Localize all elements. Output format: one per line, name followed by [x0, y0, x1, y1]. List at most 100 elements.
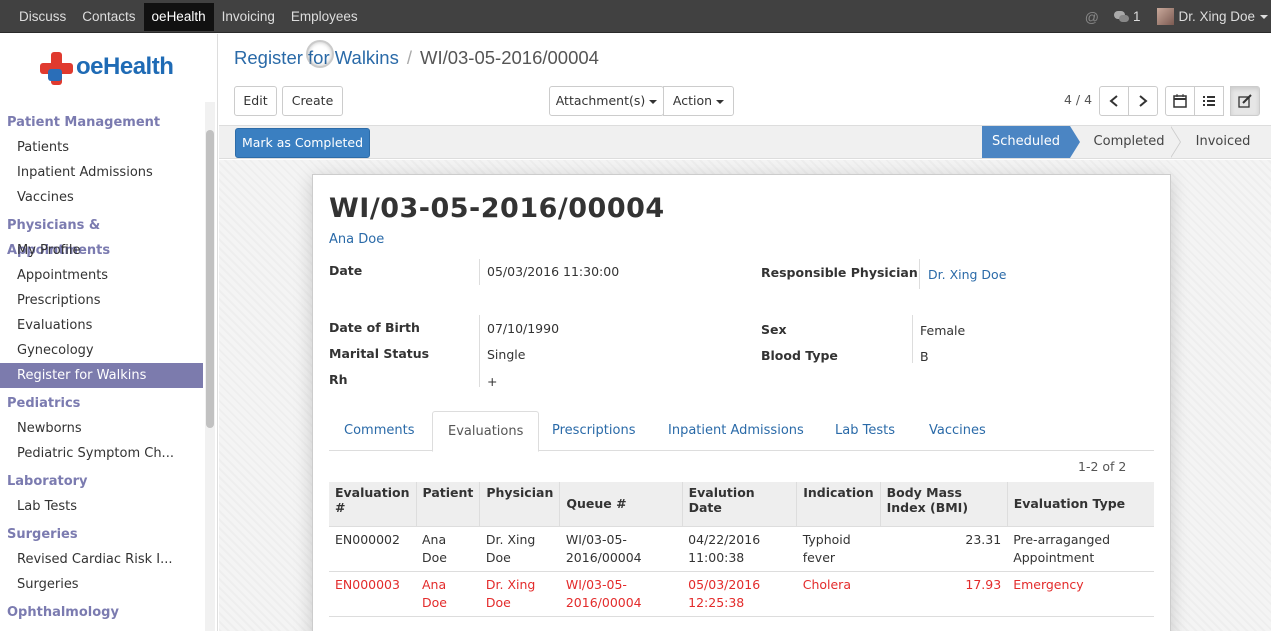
form-sheet: WI/03-05-2016/00004 Ana Doe Date 05/03/2…: [312, 174, 1171, 631]
mouse-cursor-indicator: [306, 40, 334, 68]
cell-physician: Dr. Xing Doe: [479, 525, 560, 571]
sidebar-section-pediatrics[interactable]: Pediatrics: [0, 391, 203, 416]
table-row[interactable]: EN000002 Ana Doe Dr. Xing Doe WI/03-05-2…: [329, 525, 1154, 571]
stage-separator: [1170, 126, 1181, 158]
mark-as-completed-button[interactable]: Mark as Completed: [235, 128, 370, 158]
table-header-row: Evaluation # Patient Physician Queue # E…: [329, 482, 1154, 526]
cell-date: 05/03/2016 12:25:38: [682, 570, 797, 617]
action-dropdown[interactable]: Action: [663, 86, 734, 116]
sidebar-item-register-for-walkins[interactable]: Register for Walkins: [0, 363, 203, 388]
pager-next-button[interactable]: [1128, 86, 1158, 116]
column-header-bmi[interactable]: Body Mass Index (BMI): [879, 482, 1008, 526]
sidebar-item-surgeries[interactable]: Surgeries: [0, 572, 203, 597]
attachments-label: Attachment(s): [555, 93, 646, 108]
column-header-evaluation[interactable]: Evaluation #: [329, 482, 416, 526]
breadcrumb-current: WI/03-05-2016/00004: [419, 47, 599, 68]
sidebar-item-prescriptions[interactable]: Prescriptions: [0, 288, 203, 313]
sidebar-item-appointments[interactable]: Appointments: [0, 263, 203, 288]
sex-label: Sex: [761, 322, 787, 337]
menu-invoicing[interactable]: Invoicing: [214, 3, 283, 31]
field-divider: [479, 259, 480, 285]
user-menu[interactable]: Dr. Xing Doe: [1178, 9, 1255, 24]
menu-employees[interactable]: Employees: [283, 3, 366, 31]
record-count: 1-2 of 2: [1078, 459, 1127, 474]
calendar-view-button[interactable]: [1165, 86, 1195, 116]
stage-invoiced[interactable]: Invoiced: [1185, 126, 1261, 158]
patient-link[interactable]: Ana Doe: [329, 232, 384, 247]
cell-evaluation: EN000002: [329, 525, 416, 571]
column-header-indication[interactable]: Indication: [796, 482, 881, 526]
top-navbar: Discuss Contacts oeHealth Invoicing Empl…: [0, 0, 1271, 33]
tab-comments[interactable]: Comments: [329, 411, 429, 451]
avatar[interactable]: [1157, 8, 1175, 25]
notification-count[interactable]: 1: [1133, 9, 1141, 24]
sidebar-section-laboratory[interactable]: Laboratory: [0, 469, 203, 494]
stage-completed[interactable]: Completed: [1083, 126, 1175, 158]
logo[interactable]: oeHealth: [40, 50, 190, 90]
menu-discuss[interactable]: Discuss: [11, 3, 74, 31]
column-header-type[interactable]: Evaluation Type: [1006, 482, 1154, 526]
tab-evaluations[interactable]: Evaluations: [432, 411, 540, 452]
sidebar-item-gynecology[interactable]: Gynecology: [0, 338, 203, 363]
field-divider: [919, 259, 920, 289]
scrollbar-thumb[interactable]: [206, 130, 214, 428]
sidebar-item-lab-tests[interactable]: Lab Tests: [0, 494, 203, 519]
sidebar-item-pediatric-symptom[interactable]: Pediatric Symptom Ch...: [0, 441, 203, 466]
field-divider: [912, 315, 913, 363]
cell-bmi: 17.93: [880, 570, 1008, 617]
attachments-dropdown[interactable]: Attachment(s): [549, 86, 664, 116]
column-header-patient[interactable]: Patient: [415, 482, 480, 526]
mention-icon[interactable]: @: [1085, 9, 1099, 25]
tab-vaccines[interactable]: Vaccines: [914, 411, 1001, 451]
tab-lab-tests[interactable]: Lab Tests: [820, 411, 910, 451]
tab-prescriptions[interactable]: Prescriptions: [537, 411, 650, 451]
list-view-button[interactable]: [1194, 86, 1224, 116]
sidebar-section-surgeries[interactable]: Surgeries: [0, 522, 203, 547]
form-view-button[interactable]: [1230, 86, 1260, 116]
breadcrumb-separator: /: [406, 47, 412, 68]
cell-indication: Typhoid fever: [796, 525, 881, 571]
pager-previous-button[interactable]: [1099, 86, 1129, 116]
sidebar-item-newborns[interactable]: Newborns: [0, 416, 203, 441]
create-button[interactable]: Create: [282, 86, 343, 116]
rh-label: Rh: [329, 372, 348, 387]
sidebar-section-ophthalmology[interactable]: Ophthalmology: [0, 600, 203, 625]
physician-link[interactable]: Dr. Xing Doe: [928, 267, 1006, 282]
column-header-date[interactable]: Evalution Date: [681, 482, 797, 526]
evaluations-table: Evaluation # Patient Physician Queue # E…: [329, 482, 1154, 617]
action-label: Action: [672, 93, 713, 108]
edit-button[interactable]: Edit: [234, 86, 277, 116]
status-bar: Mark as Completed Scheduled Completed In…: [219, 125, 1271, 159]
column-header-physician[interactable]: Physician: [479, 482, 560, 526]
chat-icon[interactable]: [1113, 10, 1129, 23]
sidebar-section-patient-management[interactable]: Patient Management: [0, 110, 203, 135]
sidebar-section-physicians[interactable]: Physicians & Appointments: [0, 213, 203, 258]
sidebar-item-patients[interactable]: Patients: [0, 135, 203, 160]
tab-inpatient-admissions[interactable]: Inpatient Admissions: [653, 411, 819, 451]
stage-scheduled[interactable]: Scheduled: [982, 126, 1080, 158]
chevron-left-icon: [1109, 95, 1118, 107]
physician-label: Responsible Physician: [761, 265, 918, 280]
table-row[interactable]: EN000003 Ana Doe Dr. Xing Doe WI/03-05-2…: [329, 570, 1154, 617]
sidebar-item-inpatient-admissions[interactable]: Inpatient Admissions: [0, 160, 203, 185]
menu-oehealth[interactable]: oeHealth: [143, 3, 214, 31]
column-header-queue[interactable]: Queue #: [559, 482, 683, 526]
cell-type: Emergency: [1007, 570, 1154, 617]
sidebar-scrollbar[interactable]: [205, 102, 215, 631]
cell-patient: Ana Doe: [416, 570, 480, 617]
field-divider: [479, 315, 480, 387]
sidebar-item-vaccines[interactable]: Vaccines: [0, 185, 203, 210]
dob-value: 07/10/1990: [487, 321, 560, 336]
medical-cross-icon: [40, 52, 73, 85]
sidebar-item-evaluations[interactable]: Evaluations: [0, 313, 203, 338]
breadcrumb: Register for Walkins / WI/03-05-2016/00004: [234, 47, 599, 69]
menu-contacts[interactable]: Contacts: [74, 3, 143, 31]
sidebar-item-cardiac-risk[interactable]: Revised Cardiac Risk I...: [0, 547, 203, 572]
app-menu: Discuss Contacts oeHealth Invoicing Empl…: [11, 3, 366, 31]
pager-value[interactable]: 4 / 4: [1064, 92, 1092, 107]
chevron-down-icon[interactable]: [1260, 14, 1268, 19]
rh-value: +: [487, 374, 498, 389]
marital-label: Marital Status: [329, 346, 430, 361]
caret-down-icon: [649, 99, 658, 104]
date-label: Date: [329, 263, 363, 278]
